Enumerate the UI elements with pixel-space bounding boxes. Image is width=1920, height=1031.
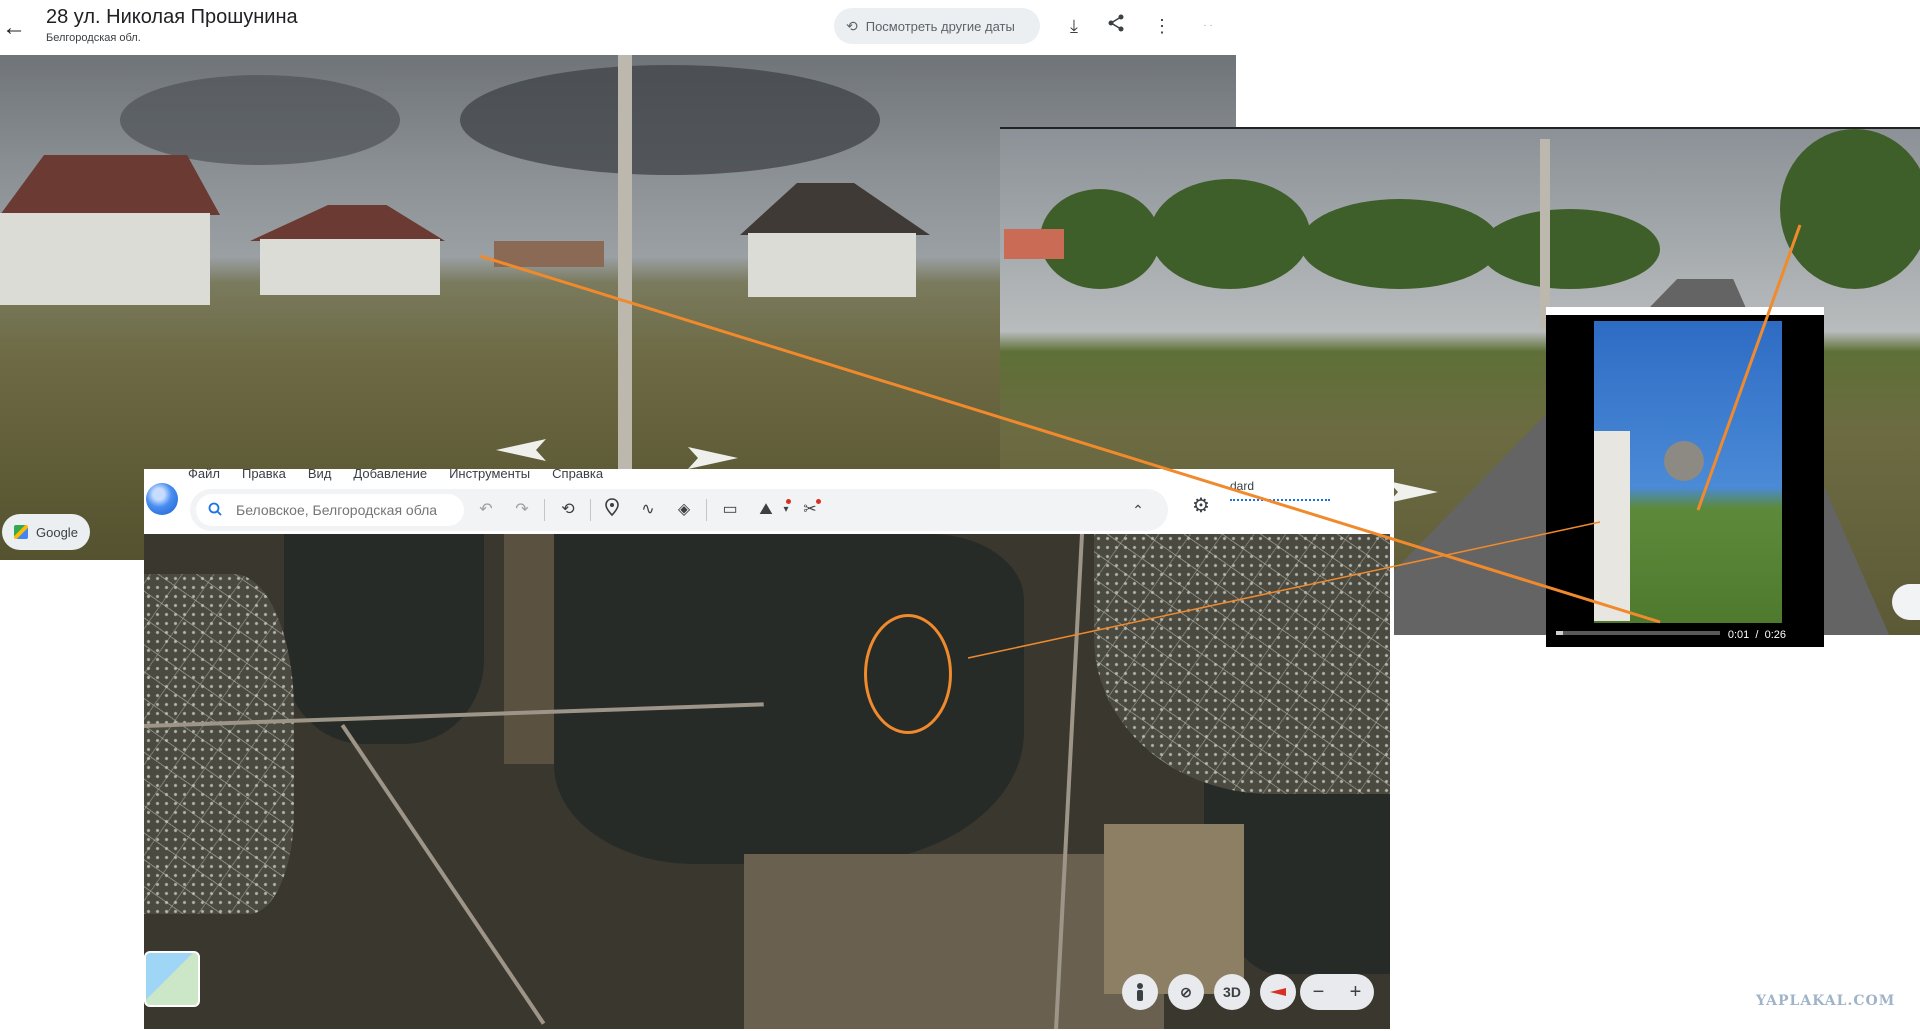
- utility-pole: [1540, 139, 1550, 329]
- menu-help[interactable]: Справка: [552, 466, 603, 481]
- notification-dot: [816, 499, 821, 504]
- account-label[interactable]: dard: [1230, 479, 1254, 493]
- watermark: YAPLAKAL.COM: [1756, 993, 1896, 1009]
- path-icon[interactable]: ∿: [636, 498, 660, 522]
- gear-icon[interactable]: ⚙: [1188, 493, 1214, 519]
- notification-dot: [786, 499, 791, 504]
- open-field: [744, 854, 1164, 1029]
- video-progress-fill: [1556, 631, 1563, 635]
- satellite-map[interactable]: ⊘ 3D − +: [144, 534, 1390, 1029]
- more-horiz-icon[interactable]: · ·: [1194, 12, 1222, 40]
- search-box[interactable]: [196, 494, 464, 526]
- google-earth-window: Файл Правка Вид Добавление Инструменты С…: [144, 466, 1394, 1031]
- tree: [1480, 209, 1660, 289]
- share-icon[interactable]: [1102, 12, 1130, 40]
- menu-add[interactable]: Добавление: [353, 466, 427, 481]
- tree: [1780, 129, 1920, 289]
- minimap-toggle[interactable]: [144, 951, 200, 1007]
- house: [0, 213, 210, 305]
- menu-edit[interactable]: Правка: [242, 466, 286, 481]
- road: [340, 724, 546, 1025]
- house: [1004, 229, 1064, 259]
- page-title: 28 ул. Николая Прошунина: [46, 6, 298, 28]
- compass-button[interactable]: [1892, 584, 1920, 620]
- compass-icon[interactable]: [1260, 974, 1296, 1010]
- undo-icon[interactable]: ↶: [474, 498, 498, 522]
- house-roof: [740, 183, 930, 235]
- nav-arrow-forward[interactable]: [1388, 481, 1438, 503]
- house: [260, 239, 440, 295]
- menu-tools[interactable]: Инструменты: [449, 466, 530, 481]
- google-earth-logo[interactable]: [146, 483, 178, 515]
- redo-icon[interactable]: ↷: [510, 498, 534, 522]
- building-wall: [1594, 431, 1630, 621]
- history-icon[interactable]: ⟲: [556, 498, 580, 522]
- video-time-current: 0:01: [1727, 629, 1750, 641]
- streetview-header: ← 28 ул. Николая Прошунина Белгородская …: [0, 0, 1236, 55]
- search-icon: [208, 502, 222, 519]
- pin-icon[interactable]: [600, 498, 624, 522]
- search-input[interactable]: [234, 501, 454, 519]
- menu-bar: Файл Правка Вид Добавление Инструменты С…: [188, 466, 603, 481]
- tree: [1300, 199, 1500, 289]
- other-dates-button[interactable]: ⟲ Посмотреть другие даты: [834, 8, 1040, 44]
- tilt-icon[interactable]: ⊘: [1168, 974, 1204, 1010]
- video-player[interactable]: 0:01 / 0:26: [1546, 307, 1824, 647]
- video-progress-bar[interactable]: [1556, 631, 1720, 635]
- smoke-plume: [1664, 441, 1704, 481]
- page-subtitle: Белгородская обл.: [46, 32, 141, 44]
- zoom-out-button[interactable]: −: [1313, 981, 1325, 1004]
- construction-site: [1104, 824, 1244, 994]
- layers-icon[interactable]: ◈: [672, 498, 696, 522]
- cloud: [120, 75, 400, 165]
- more-vert-icon[interactable]: ⋮: [1148, 12, 1176, 40]
- menu-view[interactable]: Вид: [308, 466, 332, 481]
- chevron-up-icon[interactable]: ⌃: [1126, 498, 1150, 522]
- highlight-circle: [864, 614, 952, 734]
- field-strip: [504, 534, 554, 764]
- view-3d-button[interactable]: 3D: [1214, 974, 1250, 1010]
- google-maps-icon: [14, 525, 28, 539]
- cloud: [460, 65, 880, 175]
- video-time-separator: /: [1755, 629, 1759, 641]
- google-maps-badge[interactable]: Google: [2, 514, 90, 550]
- pegman-icon[interactable]: [1122, 974, 1158, 1010]
- menu-file[interactable]: Файл: [188, 466, 220, 481]
- house-roof: [250, 205, 445, 241]
- house-roof: [0, 155, 220, 215]
- google-badge-label: Google: [36, 524, 78, 540]
- house: [748, 233, 916, 297]
- village-area: [144, 574, 294, 914]
- fullscreen-icon[interactable]: ⤓: [1060, 12, 1088, 40]
- nav-arrow-right[interactable]: [688, 447, 738, 469]
- zoom-controls: − +: [1300, 974, 1374, 1010]
- history-icon: ⟲: [846, 17, 858, 34]
- toolbar-divider: [706, 499, 707, 521]
- utility-pole: [618, 55, 632, 475]
- zoom-in-button[interactable]: +: [1350, 981, 1362, 1004]
- house: [494, 241, 604, 267]
- ruler-icon[interactable]: ▭: [718, 498, 742, 522]
- toolbar-divider: [590, 499, 591, 521]
- back-arrow-icon[interactable]: ←: [0, 14, 28, 42]
- video-time-total: 0:26: [1764, 629, 1786, 641]
- account-link[interactable]: [1230, 499, 1330, 501]
- other-dates-label: Посмотреть другие даты: [865, 18, 1015, 34]
- earth-toolbar: ↶ ↷ ⟲ ∿ ◈ ▭ ⛰ ▾ ✂ ⌃: [190, 489, 1168, 531]
- village-area: [1094, 534, 1390, 794]
- nav-arrow-left[interactable]: [496, 439, 546, 461]
- video-time: 0:01 / 0:26: [1728, 629, 1786, 641]
- video-frame: [1594, 321, 1782, 623]
- toolbar-divider: [544, 499, 545, 521]
- forest-area: [554, 534, 1024, 864]
- tree: [1150, 179, 1310, 289]
